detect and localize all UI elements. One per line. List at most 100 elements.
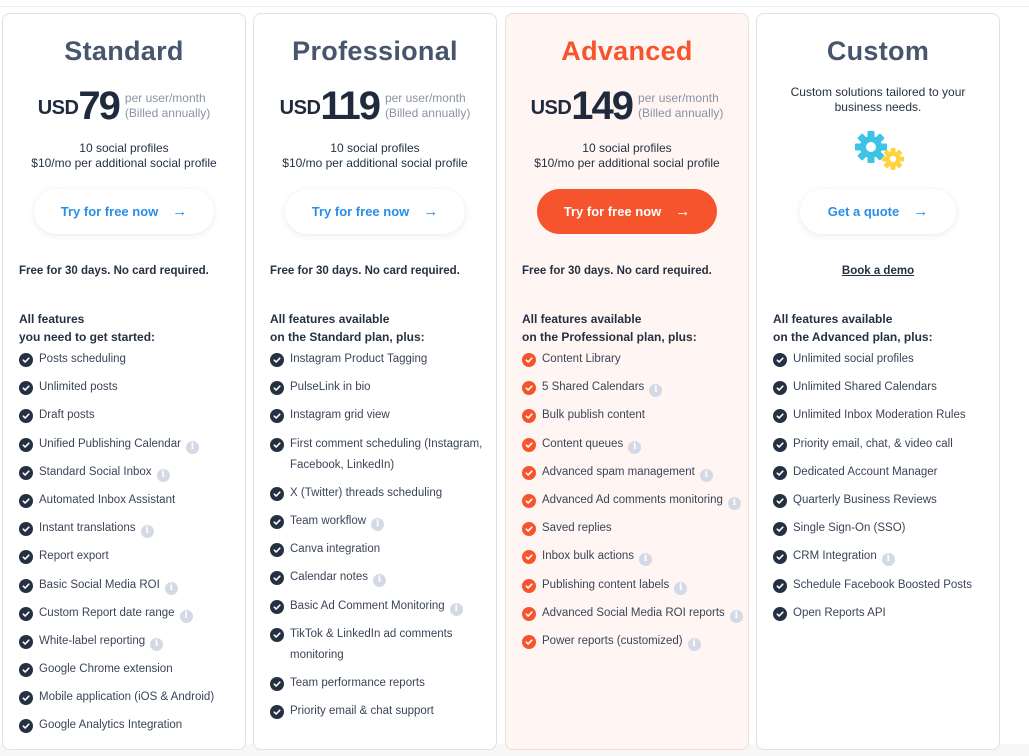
check-circle-icon: [522, 437, 536, 452]
feature-item: Inbox bulk actions i: [522, 546, 744, 567]
feature-item: Canva integration: [270, 539, 492, 560]
features-heading: All features you need to get started:: [19, 310, 155, 346]
price-period-line2: (Billed annually): [384, 106, 471, 120]
info-icon[interactable]: i: [639, 553, 653, 567]
price-period-line1: per user/month: [124, 91, 206, 105]
feature-item: Draft posts: [19, 405, 241, 426]
price-period-line1: per user/month: [384, 91, 466, 105]
feature-item: Team workflow i: [270, 511, 492, 532]
feature-item: Advanced Social Media ROI reports i: [522, 603, 744, 624]
book-demo-link[interactable]: Book a demo: [757, 265, 999, 277]
plan-description: Custom solutions tailored to your busine…: [790, 85, 966, 114]
info-icon[interactable]: i: [699, 468, 713, 482]
feature-item: Instagram Product Tagging: [270, 349, 492, 370]
feature-label: Content queues: [542, 437, 624, 450]
feature-item: Dedicated Account Manager: [773, 462, 995, 483]
check-circle-icon: [773, 409, 787, 424]
profiles-info: 10 social profiles $10/mo per additional…: [254, 141, 496, 171]
feature-label: CRM Integration: [793, 550, 877, 563]
info-icon[interactable]: i: [185, 440, 199, 454]
info-icon[interactable]: i: [881, 553, 895, 567]
check-circle-icon: [19, 409, 33, 424]
feature-label: Team workflow: [290, 514, 367, 527]
check-circle-icon: [522, 381, 536, 396]
feature-label: Instagram grid view: [290, 409, 390, 422]
try-free-button[interactable]: Try for free now →: [537, 189, 717, 234]
profiles-info: 10 social profiles $10/mo per additional…: [506, 141, 748, 171]
feature-item: Advanced Ad comments monitoring i: [522, 490, 744, 511]
features-heading-line2: on the Professional plan, plus:: [522, 330, 697, 344]
check-circle-icon: [773, 522, 787, 537]
plan-name: Standard: [64, 36, 184, 66]
features-heading: All features available on the Profession…: [522, 310, 697, 346]
feature-item: Instagram grid view: [270, 405, 492, 426]
info-icon[interactable]: i: [727, 496, 741, 510]
info-icon[interactable]: i: [156, 468, 170, 482]
check-circle-icon: [522, 550, 536, 565]
info-icon[interactable]: i: [628, 440, 642, 454]
check-circle-icon: [19, 493, 33, 508]
feature-label: Advanced Social Media ROI reports: [542, 606, 725, 619]
features-heading-line2: on the Standard plan, plus:: [270, 330, 425, 344]
trial-note: Free for 30 days. No card required.: [270, 265, 460, 277]
feature-label: PulseLink in bio: [290, 381, 371, 394]
feature-item: Report export: [19, 546, 241, 567]
feature-label: Unified Publishing Calendar: [39, 437, 181, 450]
check-circle-icon: [19, 465, 33, 480]
feature-label: Single Sign-On (SSO): [793, 522, 906, 535]
feature-label: Standard Social Inbox: [39, 465, 152, 478]
info-icon[interactable]: i: [674, 581, 688, 595]
get-quote-button[interactable]: Get a quote →: [800, 189, 956, 234]
feature-label: Canva integration: [290, 543, 381, 556]
check-circle-icon: [19, 353, 33, 367]
price-period: per user/month (Billed annually): [385, 91, 470, 121]
info-icon[interactable]: i: [371, 517, 385, 531]
check-circle-icon: [773, 437, 787, 452]
feature-label: Open Reports API: [793, 606, 886, 619]
check-circle-icon: [19, 719, 33, 734]
feature-label: Basic Ad Comment Monitoring: [290, 599, 445, 612]
feature-item: Publishing content labels i: [522, 575, 744, 596]
info-icon[interactable]: i: [649, 384, 663, 398]
feature-list: Posts scheduling Unlimited posts Draft pos…: [19, 349, 241, 744]
feature-item: Priority email, chat, & video call: [773, 434, 995, 455]
feature-item: Posts scheduling: [19, 349, 241, 370]
info-icon[interactable]: i: [373, 574, 386, 588]
check-circle-icon: [19, 578, 33, 593]
price-currency: USD: [37, 97, 79, 119]
price: USD 149 per user/month (Billed annually): [506, 86, 748, 126]
trial-note: Free for 30 days. No card required.: [19, 265, 209, 277]
feature-item: Unlimited Inbox Moderation Rules: [773, 405, 995, 426]
feature-label: Bulk publish content: [542, 409, 645, 422]
check-circle-icon: [270, 381, 284, 396]
info-icon[interactable]: i: [687, 637, 701, 651]
feature-label: Power reports (customized): [542, 634, 683, 647]
feature-list: Instagram Product Tagging PulseLink in bi…: [270, 349, 492, 729]
feature-label: Priority email & chat support: [290, 705, 434, 718]
features-heading-line2: you need to get started:: [19, 330, 156, 344]
info-icon[interactable]: i: [164, 581, 178, 595]
price-period-line1: per user/month: [638, 91, 719, 105]
check-circle-icon: [270, 599, 284, 614]
feature-item: Automated Inbox Assistant: [19, 490, 241, 511]
info-icon[interactable]: i: [140, 525, 154, 539]
plan-card-custom: Custom Custom solutions tailored to your…: [756, 13, 1000, 750]
check-circle-icon: [270, 486, 284, 501]
feature-item: 5 Shared Calendars i: [522, 377, 744, 398]
feature-item: Saved replies: [522, 518, 744, 539]
feature-item: Bulk publish content: [522, 405, 744, 426]
plan-name: Custom: [826, 36, 930, 66]
price-amount: 119: [320, 84, 381, 128]
check-circle-icon: [19, 634, 33, 649]
try-free-button[interactable]: Try for free now →: [285, 189, 465, 234]
feature-label: Content Library: [542, 353, 621, 365]
price-period: per user/month (Billed annually): [125, 91, 210, 121]
profiles-additional-price: $10/mo per additional social profile: [534, 156, 720, 170]
try-free-button[interactable]: Try for free now →: [34, 189, 214, 234]
info-icon[interactable]: i: [150, 637, 164, 651]
info-icon[interactable]: i: [449, 602, 463, 616]
feature-item: PulseLink in bio: [270, 377, 492, 398]
info-icon[interactable]: i: [729, 609, 743, 623]
info-icon[interactable]: i: [179, 609, 193, 623]
feature-item: Open Reports API: [773, 603, 995, 624]
